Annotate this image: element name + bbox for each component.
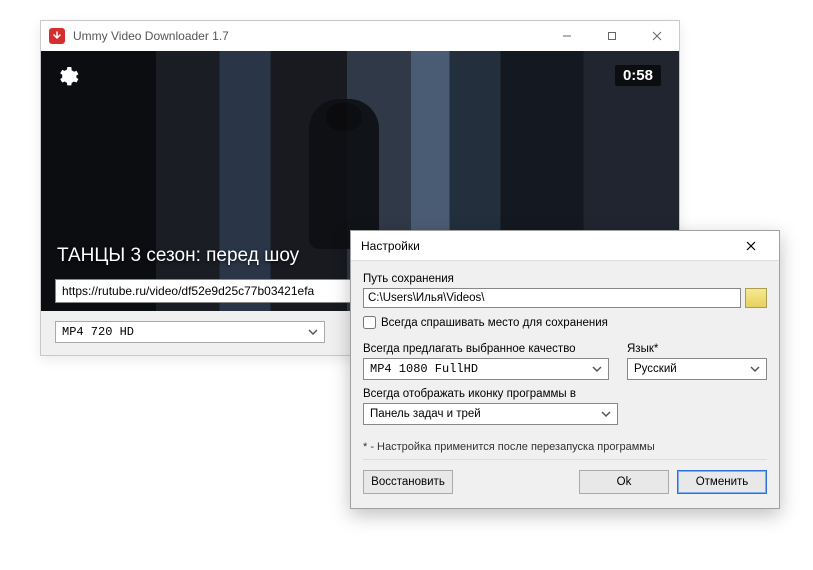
dialog-body: Путь сохранения Всегда спрашивать место … [351,261,779,508]
quality-label: Всегда предлагать выбранное качество [363,343,609,355]
settings-dialog: Настройки Путь сохранения Всегда спрашив… [350,230,780,509]
titlebar: Ummy Video Downloader 1.7 [41,21,679,51]
restart-footnote: * - Настройка применится после перезапус… [363,441,767,453]
chevron-down-icon [592,364,602,374]
tray-selected-value: Панель задач и трей [370,408,481,420]
language-selected-value: Русский [634,363,677,375]
ask-location-checkbox[interactable] [363,316,376,329]
dialog-titlebar: Настройки [351,231,779,261]
dialog-title: Настройки [361,239,420,253]
language-select[interactable]: Русский [627,358,767,380]
ask-location-label: Всегда спрашивать место для сохранения [381,317,608,329]
language-label: Язык* [627,343,767,355]
window-controls [544,21,679,51]
chevron-down-icon [601,409,611,419]
maximize-button[interactable] [589,21,634,51]
dialog-close-button[interactable] [731,232,771,260]
close-button[interactable] [634,21,679,51]
video-frame-figure [309,99,379,249]
gear-icon [55,78,79,92]
app-logo-icon [49,28,65,44]
format-select[interactable]: MP4 720 HD [55,321,325,343]
restore-button-label: Восстановить [371,476,445,488]
chevron-down-icon [750,364,760,374]
ok-button-label: Ok [617,476,632,488]
cancel-button[interactable]: Отменить [677,470,767,494]
window-title: Ummy Video Downloader 1.7 [73,29,544,43]
ask-location-row[interactable]: Всегда спрашивать место для сохранения [363,316,767,329]
video-title: ТАНЦЫ 3 сезон: перед шоу [57,245,299,267]
save-path-label: Путь сохранения [363,273,767,285]
quality-selected-value: MP4 1080 FullHD [370,362,478,376]
settings-button[interactable] [55,65,83,93]
video-duration: 0:58 [615,65,661,86]
chevron-down-icon [308,327,318,337]
restore-button[interactable]: Восстановить [363,470,453,494]
divider [363,459,767,460]
ok-button[interactable]: Ok [579,470,669,494]
format-selected-value: MP4 720 HD [62,325,134,339]
cancel-button-label: Отменить [696,476,749,488]
save-path-input[interactable] [363,288,741,308]
minimize-button[interactable] [544,21,589,51]
tray-label: Всегда отображать иконку программы в [363,388,618,400]
tray-select[interactable]: Панель задач и трей [363,403,618,425]
quality-select[interactable]: MP4 1080 FullHD [363,358,609,380]
browse-folder-button[interactable] [745,288,767,308]
